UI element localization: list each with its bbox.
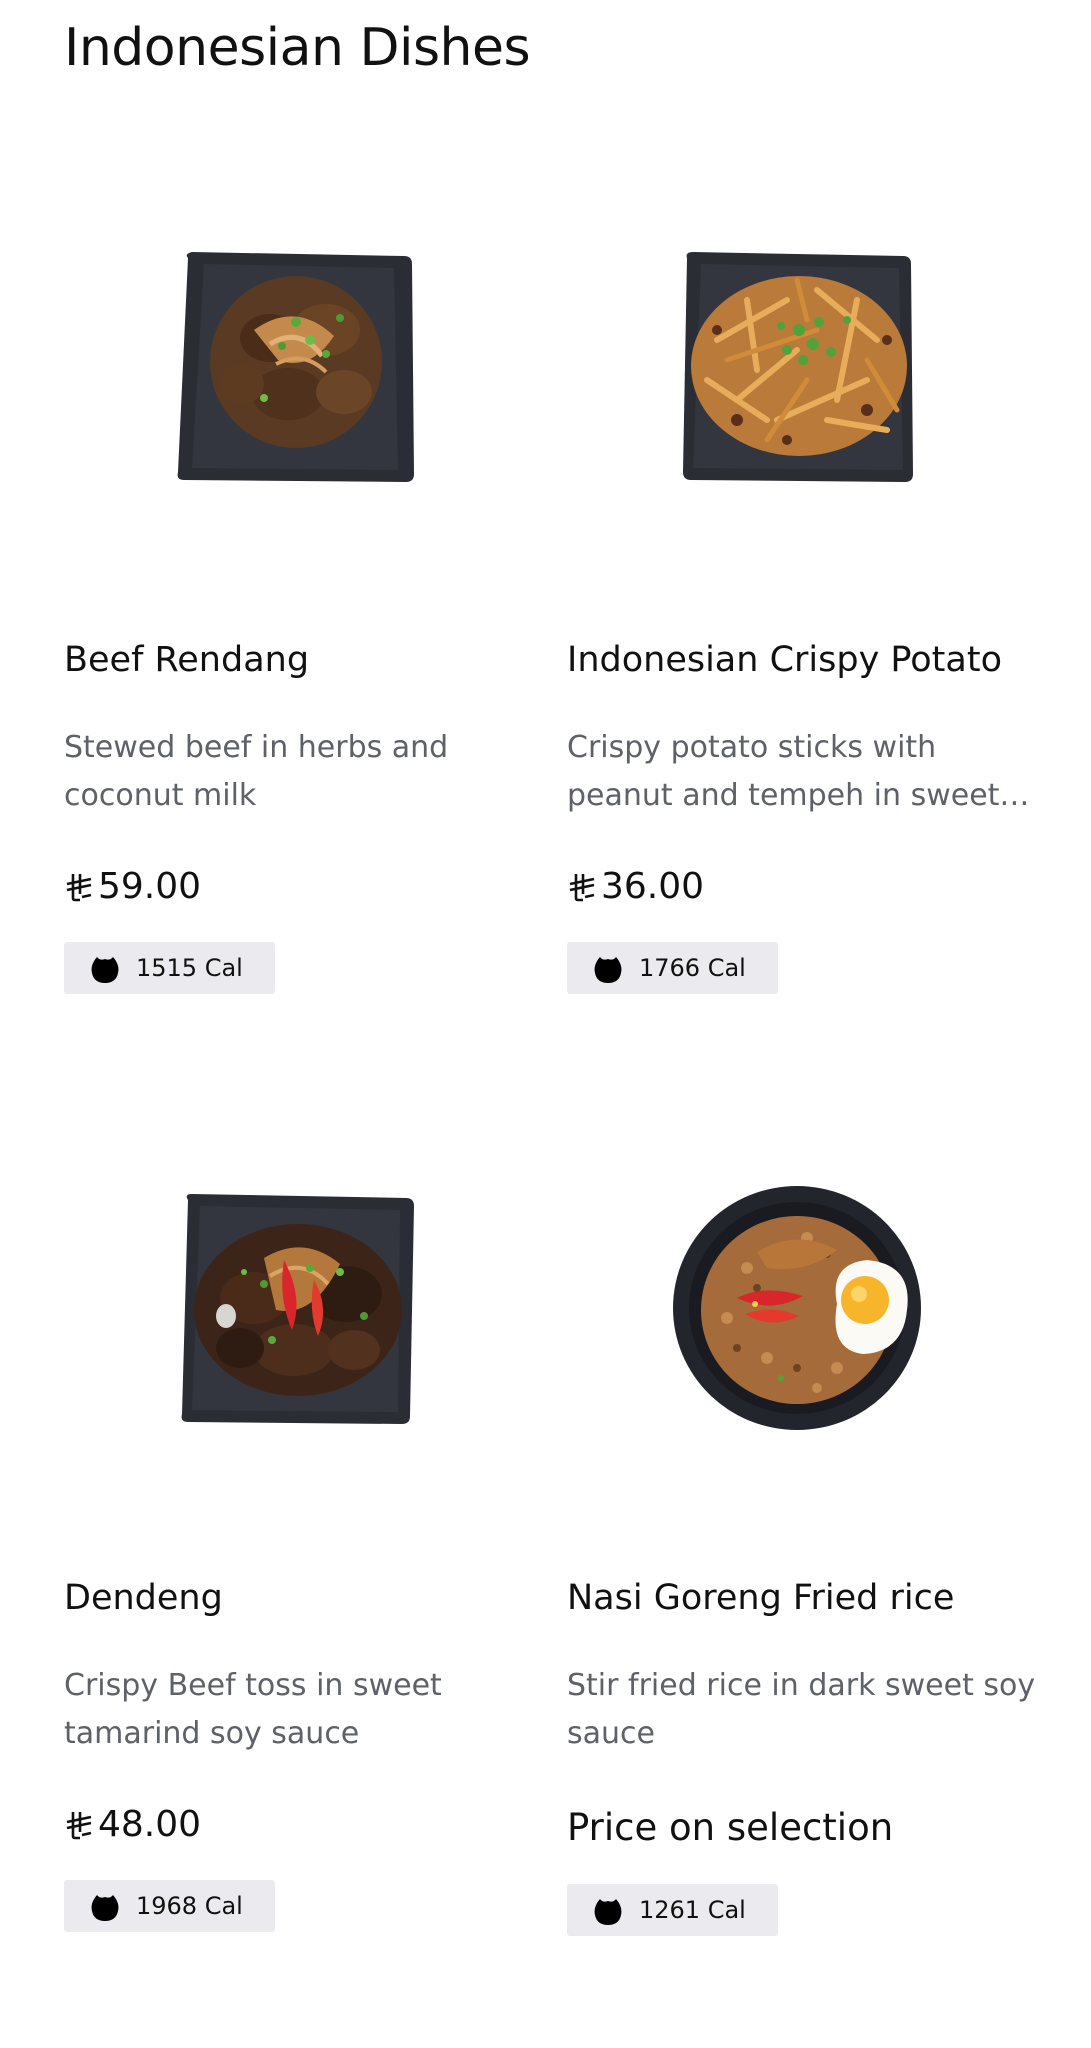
price-value: 59.00 (98, 866, 202, 907)
calorie-count: 1968 Cal (136, 1892, 243, 1920)
dish-image[interactable] (64, 0, 534, 600)
menu-item-card[interactable]: Dendeng Crispy Beef toss in sweet tamari… (64, 938, 534, 1932)
menu-item-card[interactable]: Beef Rendang Stewed beef in herbs and co… (64, 0, 534, 994)
dish-name: Nasi Goreng Fried rice (567, 1578, 955, 1618)
menu-item-card[interactable]: Indonesian Crispy Potato Crispy potato s… (567, 0, 1037, 994)
price-value: 48.00 (98, 1804, 202, 1845)
calorie-drop-icon (594, 1899, 622, 1925)
saudi-riyal-icon (66, 873, 92, 901)
calorie-badge: 1968 Cal (64, 1880, 275, 1932)
dish-price: Price on selection (567, 1806, 893, 1849)
saudi-riyal-icon (66, 1811, 92, 1839)
saudi-riyal-icon (569, 873, 595, 901)
dish-price: 36.00 (567, 866, 704, 907)
dish-description: Stewed beef in herbs and coconut milk (64, 730, 449, 813)
dish-image[interactable] (567, 0, 1037, 600)
dish-price: 59.00 (64, 866, 201, 907)
dish-name: Indonesian Crispy Potato (567, 640, 1002, 680)
dish-description: Stir fried rice in dark sweet soy sauce (567, 1668, 1036, 1751)
dish-name: Beef Rendang (64, 640, 310, 680)
calorie-count: 1261 Cal (639, 1896, 746, 1924)
calorie-drop-icon (91, 1895, 119, 1921)
calorie-badge: 1261 Cal (567, 1884, 778, 1936)
dish-description: Crispy Beef toss in sweet tamarind soy s… (64, 1668, 442, 1751)
dish-description: Crispy potato sticks with peanut and tem… (567, 730, 1000, 813)
dish-image[interactable] (567, 938, 1037, 1538)
menu-item-card[interactable]: Nasi Goreng Fried rice Stir fried rice i… (567, 938, 1037, 1936)
dish-price: 48.00 (64, 1804, 201, 1845)
dish-image[interactable] (64, 938, 534, 1538)
price-value: 36.00 (601, 866, 705, 907)
dish-name: Dendeng (64, 1578, 223, 1618)
price-value: Price on selection (567, 1806, 894, 1849)
